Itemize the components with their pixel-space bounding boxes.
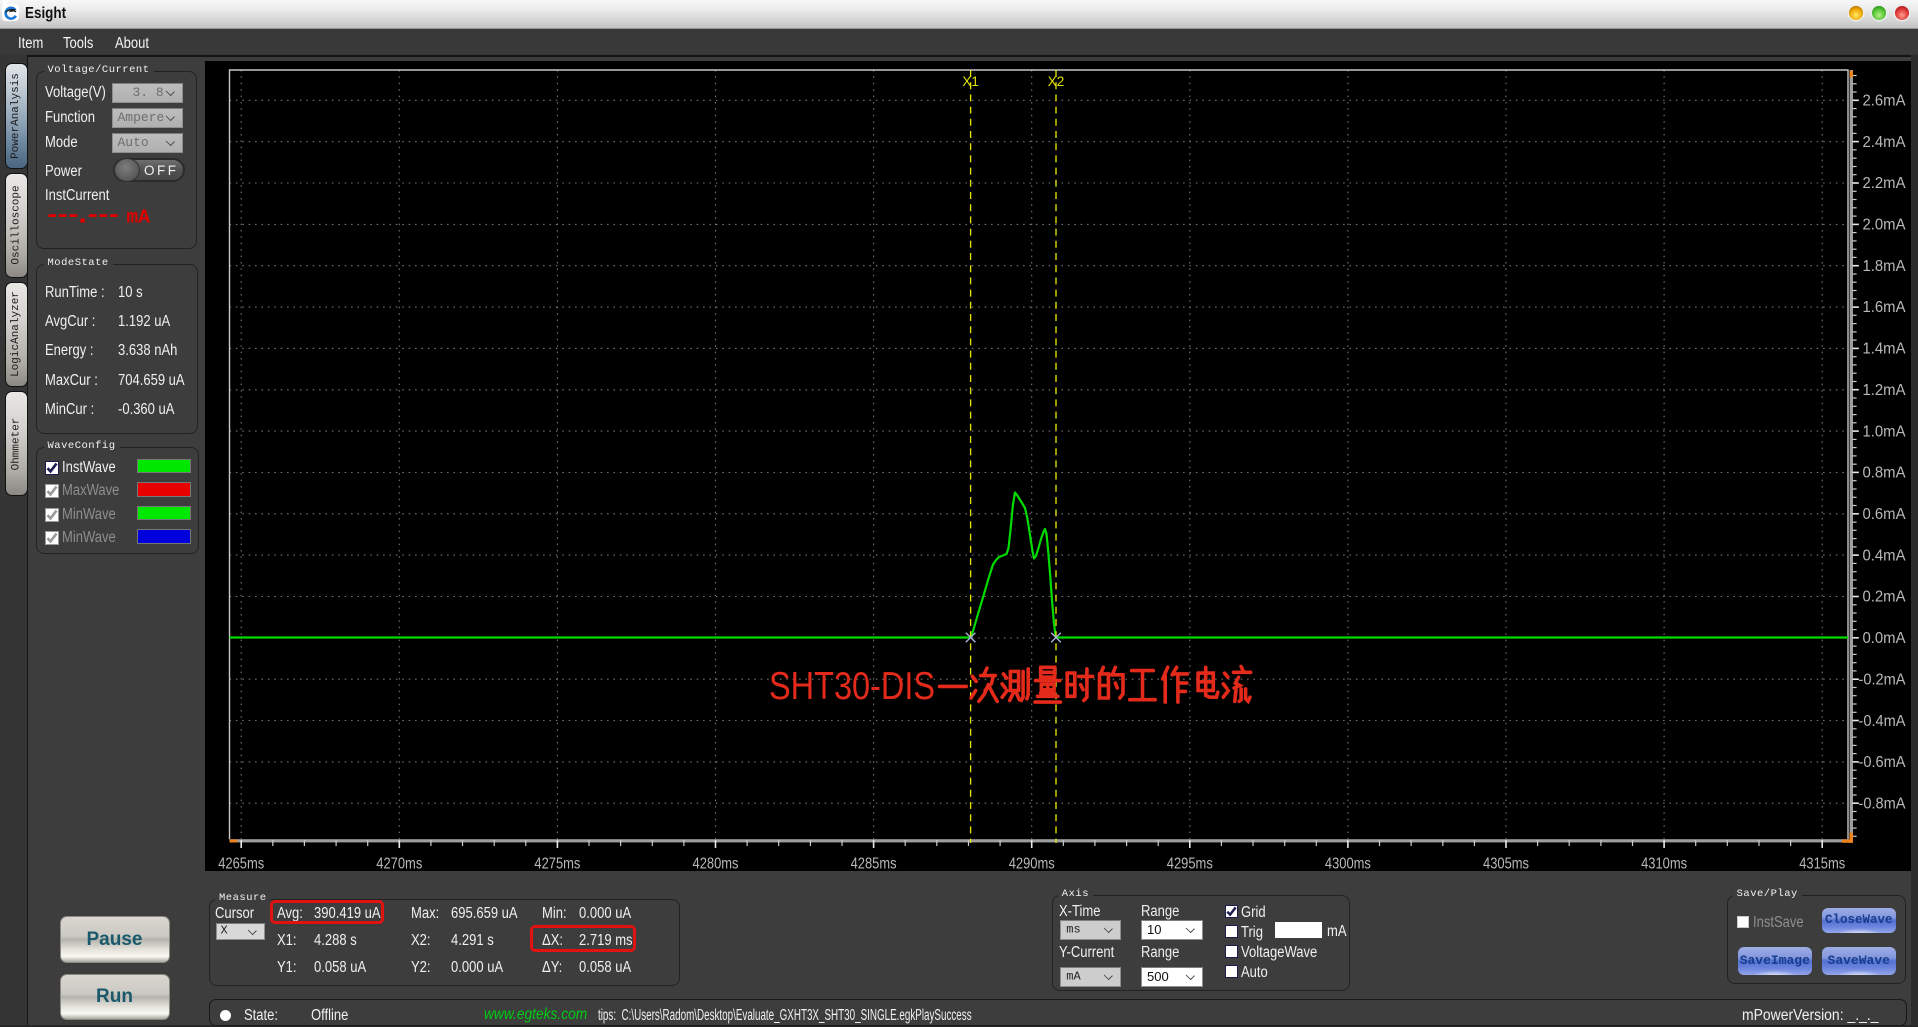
svg-text:mA: mA xyxy=(127,207,151,229)
